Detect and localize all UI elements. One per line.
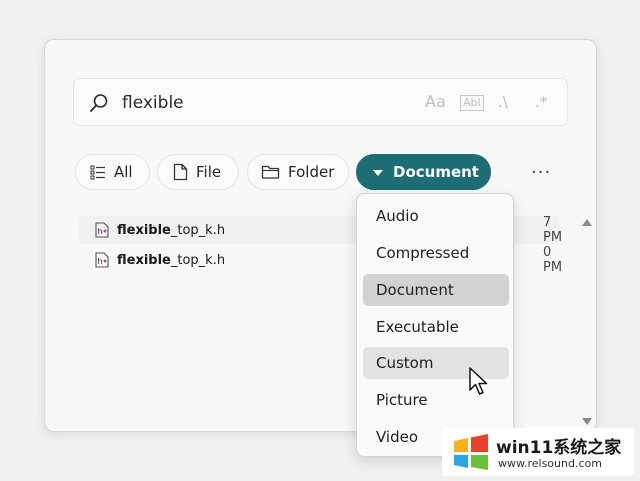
- watermark-logo-icon: [454, 434, 488, 470]
- filter-all-label: All: [114, 163, 133, 181]
- filter-file-button[interactable]: File: [157, 154, 239, 190]
- list-icon: [90, 165, 105, 180]
- filter-file-label: File: [196, 163, 222, 181]
- match-path-toggle[interactable]: .\: [498, 93, 508, 111]
- header-file-icon: h: [95, 222, 109, 238]
- filter-folder-button[interactable]: Folder: [247, 154, 349, 190]
- result-name-match: flexible: [117, 252, 171, 268]
- document-type-dropdown: Audio Compressed Document Executable Cus…: [356, 193, 514, 457]
- svg-text:h: h: [98, 227, 103, 236]
- filter-all-button[interactable]: All: [75, 154, 150, 190]
- match-case-toggle[interactable]: Aa: [425, 93, 446, 111]
- filter-document-button[interactable]: Document: [356, 154, 491, 190]
- filter-folder-label: Folder: [288, 163, 335, 181]
- search-icon: [88, 92, 110, 118]
- svg-text:h: h: [98, 257, 103, 266]
- menu-item-audio[interactable]: Audio: [363, 200, 509, 232]
- scroll-up-arrow[interactable]: [582, 219, 592, 226]
- watermark: win11系统之家 www.relsound.com: [442, 428, 634, 476]
- whole-word-toggle[interactable]: Abl: [460, 95, 484, 111]
- caret-down-icon: [373, 169, 383, 176]
- result-name: flexible_top_k.h: [117, 253, 225, 268]
- folder-icon: [261, 165, 280, 179]
- menu-item-document[interactable]: Document: [363, 274, 509, 306]
- search-window: Aa Abl .\ .* All File Folder Document: [44, 39, 597, 432]
- header-file-icon: h: [95, 252, 109, 268]
- regex-toggle[interactable]: .*: [535, 93, 547, 111]
- mouse-cursor-icon: [469, 367, 488, 395]
- file-icon: [173, 163, 188, 181]
- filter-document-label: Document: [393, 163, 479, 181]
- scroll-down-arrow[interactable]: [582, 418, 592, 425]
- more-options-button[interactable]: ···: [531, 162, 551, 183]
- watermark-title: win11系统之家: [496, 438, 622, 458]
- result-name: flexible_top_k.h: [117, 223, 225, 238]
- menu-item-executable[interactable]: Executable: [363, 311, 509, 343]
- menu-item-compressed[interactable]: Compressed: [363, 237, 509, 269]
- result-name-rest: _top_k.h: [170, 252, 226, 268]
- search-box[interactable]: Aa Abl .\ .*: [73, 78, 568, 126]
- result-modified-time: 0 PM: [543, 245, 563, 275]
- result-modified-time: 7 PM: [543, 215, 563, 245]
- search-input[interactable]: [122, 91, 382, 115]
- result-name-match: flexible: [117, 222, 171, 238]
- result-name-rest: _top_k.h: [170, 222, 226, 238]
- watermark-url: www.relsound.com: [498, 457, 602, 470]
